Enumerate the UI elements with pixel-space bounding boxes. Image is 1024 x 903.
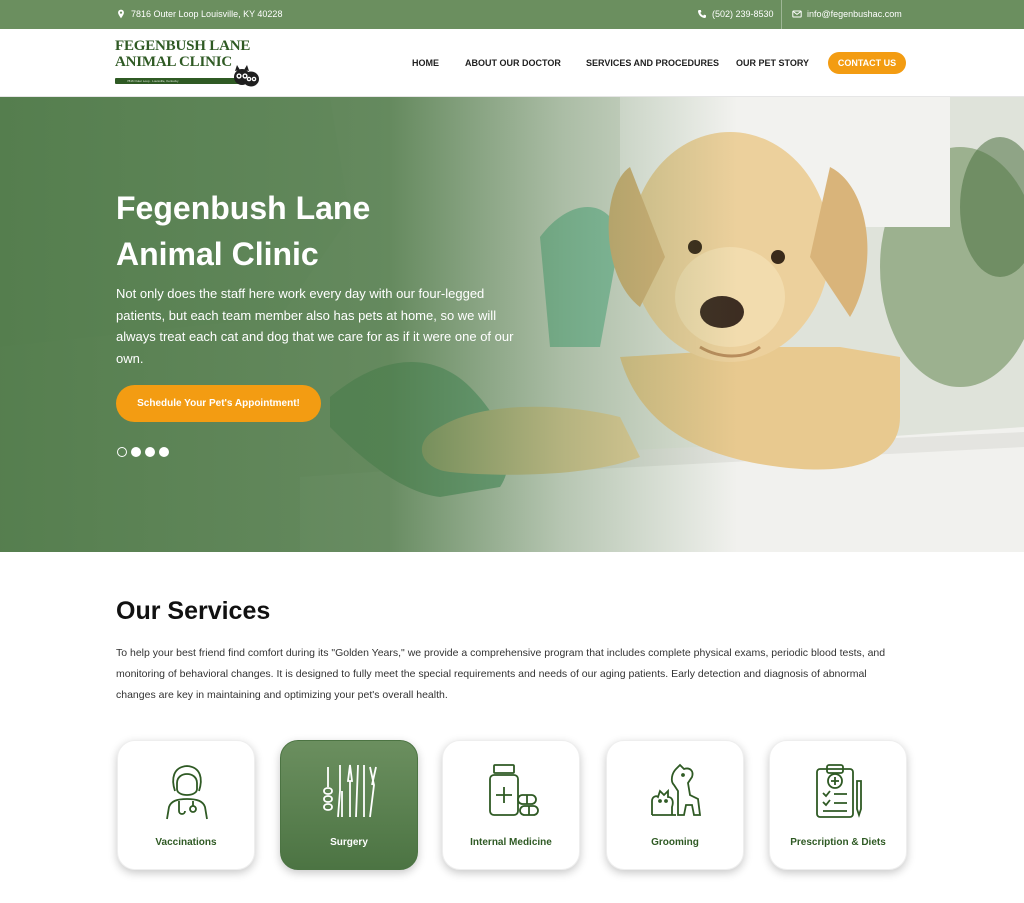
- logo-tagline-bar: 7816 Outer Loop · Louisville, Kentucky: [115, 78, 241, 84]
- service-label: Grooming: [651, 837, 699, 848]
- service-label: Vaccinations: [155, 837, 217, 848]
- slider-dot-3[interactable]: [145, 447, 155, 457]
- email-text: info@fegenbushac.com: [807, 9, 902, 19]
- veterinarian-icon: [166, 765, 208, 820]
- hero-title-line2: Animal Clinic: [116, 236, 319, 272]
- service-label: Prescription & Diets: [790, 837, 886, 848]
- phone-icon: [698, 10, 706, 18]
- envelope-icon: [792, 10, 802, 18]
- logo-line1: FEGENBUSH LANE: [115, 38, 251, 54]
- service-card-prescription-diets[interactable]: Prescription & Diets: [769, 740, 907, 870]
- hero-title: Fegenbush Lane Animal Clinic: [116, 185, 516, 277]
- slider-dots: [117, 447, 169, 457]
- phone-link[interactable]: (502) 239-8530: [697, 9, 774, 19]
- schedule-appointment-button[interactable]: Schedule Your Pet's Appointment!: [116, 385, 321, 422]
- service-card-internal-medicine[interactable]: Internal Medicine: [442, 740, 580, 870]
- contact-us-button[interactable]: CONTACT US: [828, 52, 906, 74]
- slider-dot-2[interactable]: [131, 447, 141, 457]
- cat-and-dog-icon: [651, 763, 702, 816]
- site-header: FEGENBUSH LANE ANIMAL CLINIC 7816 Outer …: [0, 29, 1024, 97]
- logo-tagline: 7816 Outer Loop · Louisville, Kentucky: [127, 79, 179, 83]
- address-text: 7816 Outer Loop Louisville, KY 40228: [131, 9, 283, 19]
- services-heading: Our Services: [116, 597, 271, 625]
- nav-services-and-procedures[interactable]: SERVICES AND PROCEDURES: [586, 58, 719, 68]
- services-description: To help your best friend find comfort du…: [116, 647, 886, 701]
- nav-our-pet-story[interactable]: OUR PET STORY: [736, 58, 809, 68]
- hero-description: Not only does the staff here work every …: [116, 286, 514, 366]
- nav-home[interactable]: HOME: [412, 58, 439, 68]
- slider-dot-1[interactable]: [117, 447, 127, 457]
- topbar-divider: [781, 0, 782, 29]
- service-label: Surgery: [330, 837, 368, 848]
- cat-dog-logo-icon: [234, 65, 259, 87]
- location-pin-icon: [118, 9, 124, 19]
- slider-dot-4[interactable]: [159, 447, 169, 457]
- hero-banner: Fegenbush Lane Animal Clinic Not only do…: [0, 97, 1024, 552]
- hero-title-line1: Fegenbush Lane: [116, 190, 371, 226]
- clinic-logo[interactable]: FEGENBUSH LANE ANIMAL CLINIC 7816 Outer …: [115, 38, 260, 90]
- phone-text: (502) 239-8530: [712, 9, 774, 19]
- service-card-surgery[interactable]: Surgery: [280, 740, 418, 870]
- top-bar: 7816 Outer Loop Louisville, KY 40228 (50…: [0, 0, 1024, 29]
- email-link[interactable]: info@fegenbushac.com: [792, 9, 902, 19]
- nav-about-our-doctor[interactable]: ABOUT OUR DOCTOR: [465, 58, 561, 68]
- clipboard-prescription-icon: [816, 764, 862, 818]
- service-label: Internal Medicine: [470, 837, 552, 848]
- service-card-vaccinations[interactable]: Vaccinations: [117, 740, 255, 870]
- service-card-grooming[interactable]: Grooming: [606, 740, 744, 870]
- surgical-tools-icon: [323, 764, 377, 818]
- address-info: 7816 Outer Loop Louisville, KY 40228: [116, 9, 282, 19]
- medicine-bottle-icon: [489, 764, 539, 816]
